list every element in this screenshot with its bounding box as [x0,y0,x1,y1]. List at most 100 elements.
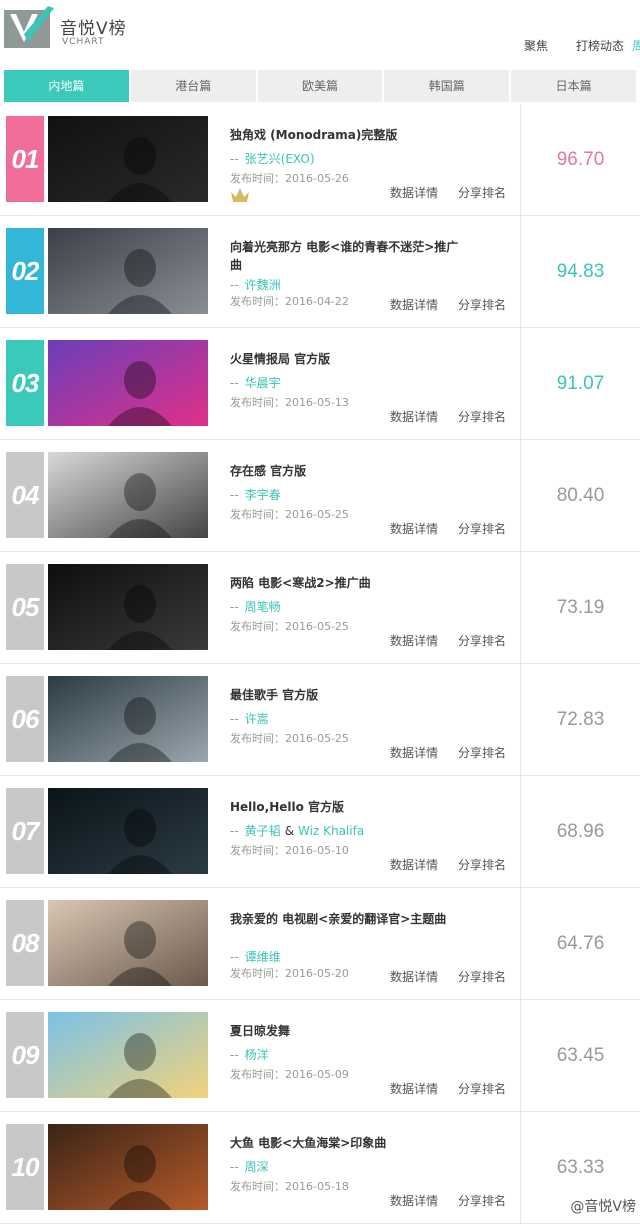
score-value: 73.19 [556,597,605,618]
tab-western[interactable]: 欧美篇 [257,70,383,102]
release-date-value: 2016-05-20 [285,967,349,980]
release-date: 发布时间：2016-05-18 [230,1178,349,1194]
artist-line: -- 许嵩 [230,710,269,727]
share-rank-button[interactable]: 分享排名 [458,408,506,425]
share-rank-button[interactable]: 分享排名 [458,1080,506,1097]
artist-link[interactable]: Wiz Khalifa [298,824,364,838]
artist-link[interactable]: 许魏洲 [245,278,281,292]
chart-row[interactable]: 05 两陷 电影<寒战2>推广曲 -- 周笔畅 发布时间：2016-05-25 数… [0,552,640,664]
song-title[interactable]: 最佳歌手 官方版 [230,686,460,704]
score-value: 94.83 [556,261,605,282]
release-date: 发布时间：2016-05-20 [230,965,349,981]
artist-link[interactable]: 李宇春 [245,488,281,502]
data-detail-button[interactable]: 数据详情 [390,408,438,425]
mv-thumbnail[interactable] [48,1124,208,1210]
data-detail-button[interactable]: 数据详情 [390,856,438,873]
data-detail-button[interactable]: 数据详情 [390,520,438,537]
release-date-value: 2016-05-09 [285,1068,349,1081]
song-title[interactable]: 存在感 官方版 [230,462,460,480]
dash-separator: -- [230,950,239,964]
data-detail-button[interactable]: 数据详情 [390,1192,438,1209]
data-detail-button[interactable]: 数据详情 [390,1080,438,1097]
tab-mainland[interactable]: 内地篇 [4,70,129,102]
mv-thumbnail[interactable] [48,788,208,874]
dash-separator: -- [230,600,239,614]
chart-row[interactable]: 10 大鱼 电影<大鱼海棠>印象曲 -- 周深 发布时间：2016-05-18 数… [0,1112,640,1224]
artist-link[interactable]: 张艺兴(EXO) [245,152,315,166]
mv-thumbnail[interactable] [48,1012,208,1098]
header: 音悦V榜 VCHART 聚焦 打榜动态 周 [0,0,640,66]
data-detail-button[interactable]: 数据详情 [390,744,438,761]
rank-badge: 09 [6,1012,44,1098]
release-date-value: 2016-05-25 [285,508,349,521]
chart-row[interactable]: 02 向着光亮那方 电影<谁的青春不迷茫>推广曲 -- 许魏洲 发布时间：2016… [0,216,640,328]
data-detail-button[interactable]: 数据详情 [390,632,438,649]
mv-thumbnail[interactable] [48,900,208,986]
data-detail-button[interactable]: 数据详情 [390,968,438,985]
share-rank-button[interactable]: 分享排名 [458,632,506,649]
chart-row[interactable]: 08 我亲爱的 电视剧<亲爱的翻译官>主题曲 -- 谭维维 发布时间：2016-0… [0,888,640,1000]
release-date-label: 发布时间： [230,732,285,745]
release-date: 发布时间：2016-05-09 [230,1066,349,1082]
mv-thumbnail-image-icon [48,676,208,762]
share-rank-button[interactable]: 分享排名 [458,856,506,873]
chart-row[interactable]: 01 独角戏 (Monodrama)完整版 -- 张艺兴(EXO) 发布时间：20… [0,104,640,216]
artist-link[interactable]: 黄子韬 [245,824,281,838]
artist-link[interactable]: 许嵩 [245,712,269,726]
score-value: 96.70 [556,149,605,170]
mv-thumbnail-image-icon [48,340,208,426]
mv-thumbnail[interactable] [48,116,208,202]
data-detail-button[interactable]: 数据详情 [390,296,438,313]
share-rank-button[interactable]: 分享排名 [458,520,506,537]
release-date-label: 发布时间： [230,620,285,633]
tab-japan[interactable]: 日本篇 [511,70,636,102]
song-title[interactable]: 大鱼 电影<大鱼海棠>印象曲 [230,1134,460,1152]
mv-thumbnail[interactable] [48,676,208,762]
artist-link[interactable]: 杨洋 [245,1048,269,1062]
release-date-label: 发布时间： [230,396,285,409]
chart-row[interactable]: 06 最佳歌手 官方版 -- 许嵩 发布时间：2016-05-25 数据详情 分享… [0,664,640,776]
song-title[interactable]: 火星情报局 官方版 [230,350,460,368]
release-date-label: 发布时间： [230,844,285,857]
rank-badge: 07 [6,788,44,874]
song-title[interactable]: 夏日晾发舞 [230,1022,460,1040]
artist-link[interactable]: 谭维维 [245,950,281,964]
song-title[interactable]: 两陷 电影<寒战2>推广曲 [230,574,460,592]
share-rank-button[interactable]: 分享排名 [458,744,506,761]
brand-subtitle: VCHART [62,37,105,47]
score-value: 91.07 [556,373,605,394]
song-title[interactable]: 向着光亮那方 电影<谁的青春不迷茫>推广曲 [230,238,460,274]
song-title[interactable]: 我亲爱的 电视剧<亲爱的翻译官>主题曲 [230,910,460,928]
dash-separator: -- [230,824,239,838]
dash-separator: -- [230,278,239,292]
tab-hk-tw[interactable]: 港台篇 [130,70,256,102]
tab-korea[interactable]: 韩国篇 [384,70,510,102]
mv-thumbnail[interactable] [48,564,208,650]
release-date-value: 2016-04-22 [285,295,349,308]
nav-chart-news[interactable]: 打榜动态 [576,37,624,54]
share-rank-button[interactable]: 分享排名 [458,184,506,201]
share-rank-button[interactable]: 分享排名 [458,296,506,313]
share-rank-button[interactable]: 分享排名 [458,1192,506,1209]
share-rank-button[interactable]: 分享排名 [458,968,506,985]
song-title[interactable]: 独角戏 (Monodrama)完整版 [230,126,460,144]
artist-link[interactable]: 周笔畅 [245,600,281,614]
nav-focus[interactable]: 聚焦 [524,37,548,54]
artist-line: -- 黄子韬 & Wiz Khalifa [230,822,364,839]
nav-weekly[interactable]: 周 [632,37,640,54]
artist-link[interactable]: 华晨宇 [245,376,281,390]
song-title[interactable]: Hello,Hello 官方版 [230,798,460,816]
data-detail-button[interactable]: 数据详情 [390,184,438,201]
chart-row[interactable]: 07 Hello,Hello 官方版 -- 黄子韬 & Wiz Khalifa 发布时… [0,776,640,888]
release-date: 发布时间：2016-05-25 [230,506,349,522]
release-date-label: 发布时间： [230,295,285,308]
chart-row[interactable]: 04 存在感 官方版 -- 李宇春 发布时间：2016-05-25 数据详情 分享… [0,440,640,552]
chart-row[interactable]: 09 夏日晾发舞 -- 杨洋 发布时间：2016-05-09 数据详情 分享排名 … [0,1000,640,1112]
release-date-label: 发布时间： [230,967,285,980]
artist-link[interactable]: 周深 [245,1160,269,1174]
release-date-label: 发布时间： [230,172,285,185]
chart-row[interactable]: 03 火星情报局 官方版 -- 华晨宇 发布时间：2016-05-13 数据详情 … [0,328,640,440]
mv-thumbnail[interactable] [48,340,208,426]
mv-thumbnail[interactable] [48,452,208,538]
mv-thumbnail[interactable] [48,228,208,314]
